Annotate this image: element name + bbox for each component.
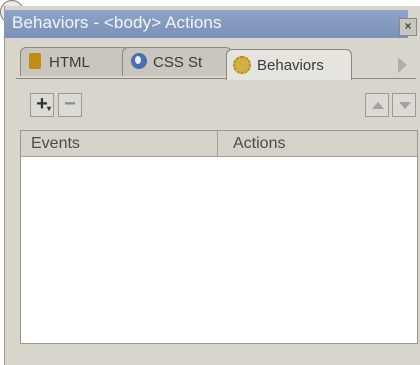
arrow-up-icon [372, 102, 384, 109]
globe-icon [131, 53, 147, 69]
window-titlebar: Behaviors - <body> Actions × [4, 10, 417, 38]
tab-css-styles[interactable]: CSS St [122, 47, 232, 76]
add-behavior-button[interactable]: + ▾ [30, 93, 54, 117]
column-header-actions[interactable]: Actions [233, 135, 285, 153]
column-header-events[interactable]: Events [31, 135, 80, 153]
tab-scroll-right-icon[interactable] [398, 57, 407, 73]
tab-html[interactable]: HTML [20, 47, 130, 76]
gear-icon [233, 56, 251, 74]
arrow-down-icon [399, 102, 411, 109]
chevron-down-icon: ▾ [46, 104, 51, 113]
remove-behavior-button[interactable]: − [58, 93, 82, 117]
window-title: Behaviors - <body> Actions [12, 13, 222, 32]
tab-html-label: HTML [49, 54, 90, 71]
paragraph-icon [29, 53, 41, 69]
behaviors-list[interactable]: Events Actions [20, 130, 418, 344]
list-header: Events Actions [21, 131, 417, 157]
column-separator[interactable] [217, 131, 218, 156]
tab-css-label: CSS St [153, 54, 203, 71]
move-down-button[interactable] [392, 93, 416, 117]
tab-behaviors[interactable]: Behaviors [226, 49, 352, 80]
tab-behaviors-label: Behaviors [257, 57, 324, 74]
tab-divider [16, 78, 416, 79]
move-up-button[interactable] [365, 93, 389, 117]
close-icon[interactable]: × [399, 18, 417, 36]
